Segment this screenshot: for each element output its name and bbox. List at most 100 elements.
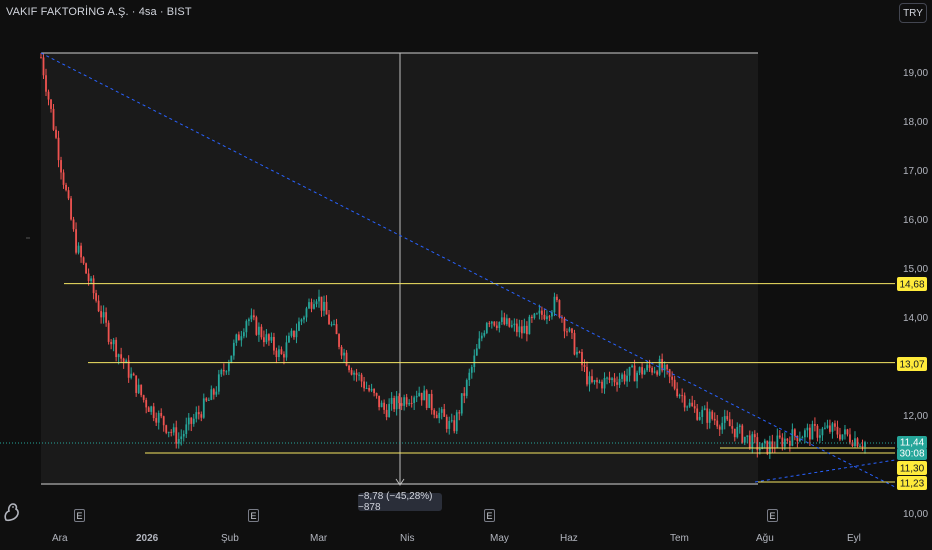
candle-body [553,296,556,313]
candle-body [443,409,446,417]
candle-body [200,414,203,418]
candle-body [588,376,591,385]
candle-body [67,190,70,199]
price-tags: 14,68 13,07 11,4430:08 11,30 11,23 [897,277,927,490]
candle-body [375,393,378,396]
candle-body [713,418,716,421]
candle-body [563,318,566,332]
candle-body [608,377,611,381]
candle-body [187,417,190,425]
candle-body [598,381,601,383]
trendline-support[interactable] [754,459,896,483]
candle-body [586,366,588,385]
candle-body [285,342,288,358]
price-tag-level-text: 14,68 [899,280,924,291]
candle-body [180,436,183,439]
time-tick-label: Nis [400,533,414,544]
candle-body [338,334,340,347]
candle-body [475,348,478,356]
candle-body [192,418,195,424]
candle-body [718,426,721,430]
candle-body [102,312,105,318]
candle-body [653,371,656,373]
candle-body [678,395,681,397]
candle-body [616,382,618,385]
candle-body [42,57,45,76]
candle-body [157,413,160,423]
candle-body [683,395,686,408]
earnings-badge[interactable]: E [767,509,778,522]
candle-body [781,437,784,447]
earnings-badge[interactable]: E [484,509,495,522]
price-tag-level: 14,68 [897,277,927,291]
candle-body [132,373,135,376]
candle-body [623,374,626,382]
candle-body [298,321,300,331]
candle-body [323,301,325,311]
candle-body [370,388,373,391]
last-price-tag: 11,44 [897,436,927,449]
candle-body [500,317,503,322]
earnings-badge[interactable]: E [248,509,259,522]
candle-body [318,296,320,302]
candle-body [152,406,155,419]
time-tick-label: Haz [560,533,578,544]
candle-body [333,324,335,326]
candle-body [831,423,834,432]
candle-body [854,438,856,447]
candle-body [468,372,471,381]
price-chart[interactable]: 19,00 18,00 17,00 16,00 15,00 14,00 12,00 10,00… [0,0,932,550]
candle-body [658,358,661,375]
candle-body [603,377,606,389]
candle-body [350,370,353,375]
candle-body [47,91,50,100]
candle-body [558,300,561,318]
candle-body [846,429,849,435]
price-tick-label: 15,00 [903,264,928,275]
candle-body [110,341,113,345]
candle-body [829,425,831,432]
candle-body [581,352,583,366]
candle-body [533,313,536,319]
candle-body [303,317,305,320]
candle-body [170,431,173,433]
candle-body [320,296,323,311]
candle-body [778,435,781,438]
candle-body [503,317,506,325]
candle-body [255,317,258,335]
candle-body [723,416,726,423]
candle-body [643,370,646,375]
candle-body [824,427,826,429]
candle-body [465,380,468,396]
candle-body [155,418,158,423]
price-tick-label: 19,00 [903,68,928,79]
candle-body [814,424,816,426]
candle-body [849,434,851,443]
countdown-tag: 30:08 [897,448,927,460]
candle-body [641,367,643,375]
candle-body [631,365,633,367]
price-tag-level-text: 11,23 [900,479,925,490]
candle-body [578,351,581,353]
candle-body [245,321,248,333]
candle-body [596,380,598,383]
time-tick-label: Ara [52,533,68,544]
candle-body [821,428,824,436]
candle-body [513,323,516,326]
candle-body [606,377,608,379]
candle-body [601,381,603,389]
candle-body [142,395,145,400]
candle-body [473,355,476,367]
candle-body [731,426,734,429]
candle-body [140,384,143,396]
candle-body [708,411,711,423]
candle-body [147,407,150,412]
candle-body [135,375,138,393]
candle-body [490,321,493,324]
candle-body [343,352,345,356]
candle-body [202,398,205,418]
earnings-badge[interactable]: E [74,509,85,522]
candle-body [40,57,42,59]
candle-body [185,424,188,434]
tradingview-logo-icon[interactable] [2,498,20,522]
